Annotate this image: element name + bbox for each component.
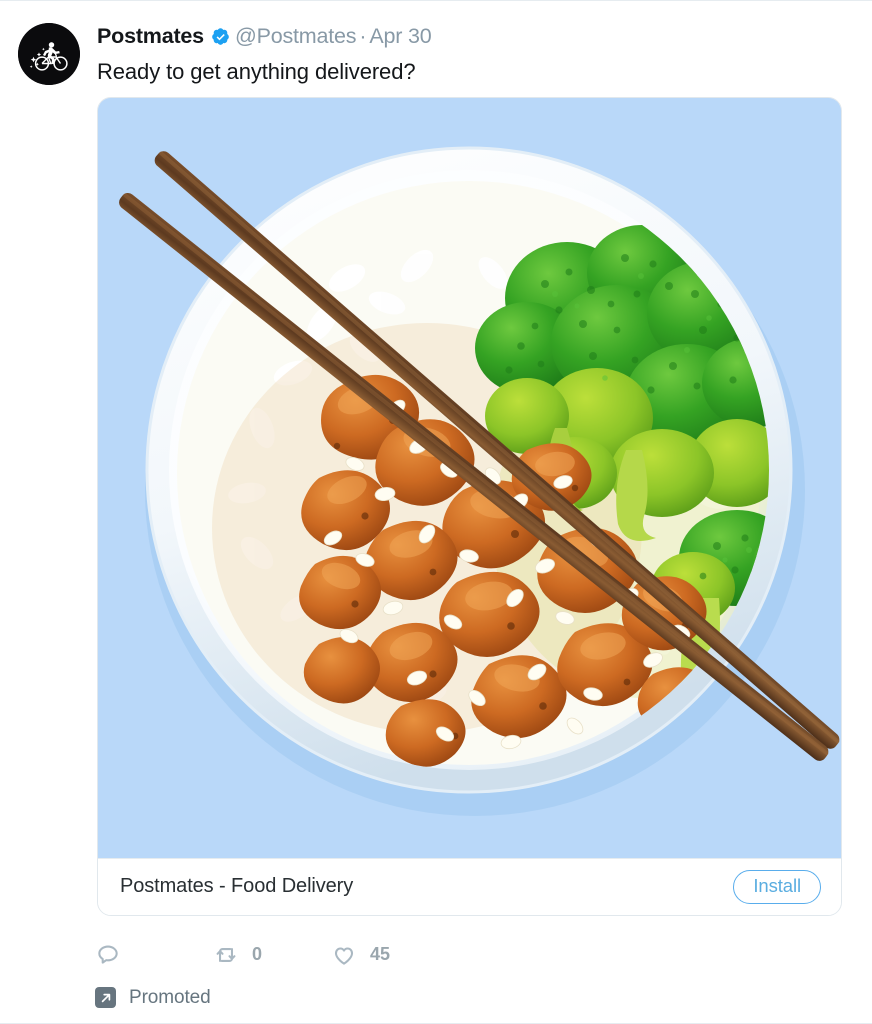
app-install-bar: Postmates - Food Delivery Install (98, 857, 841, 915)
install-button[interactable]: Install (733, 870, 821, 904)
tweet-text: Ready to get anything delivered? (97, 59, 416, 84)
tweet-date[interactable]: Apr 30 (369, 24, 431, 48)
tweet-media-image[interactable] (98, 97, 841, 858)
like-button[interactable]: 45 (331, 942, 449, 968)
heart-icon (334, 947, 354, 965)
reply-icon (98, 945, 118, 964)
retweet-icon (216, 947, 236, 962)
author-handle[interactable]: @Postmates (235, 24, 357, 48)
tweet-actions: 0 45 (95, 940, 872, 970)
verified-badge-icon (211, 27, 230, 50)
author-line: Postmates @Postmates · Apr 30 (97, 22, 872, 50)
app-title: Postmates - Food Delivery (120, 875, 354, 898)
reply-button[interactable] (95, 942, 213, 968)
promoted-label: Promoted (129, 986, 211, 1008)
tweet-card[interactable]: Postmates @Postmates · Apr 30 Ready to get … (0, 1, 872, 1009)
avatar[interactable] (18, 23, 80, 85)
postmates-cyclist-logo-icon (18, 23, 80, 85)
meta-separator: · (359, 24, 367, 48)
promoted-app-card[interactable]: Postmates - Food Delivery Install (97, 96, 842, 916)
like-count: 45 (370, 944, 391, 965)
retweet-count: 0 (252, 944, 263, 965)
promoted-indicator[interactable]: Promoted (95, 987, 872, 1009)
promoted-arrow-icon (95, 987, 116, 1009)
tweet-header: Postmates @Postmates · Apr 30 Ready to get … (0, 1, 872, 86)
retweet-button[interactable]: 0 (213, 942, 331, 968)
display-name[interactable]: Postmates (97, 24, 204, 48)
